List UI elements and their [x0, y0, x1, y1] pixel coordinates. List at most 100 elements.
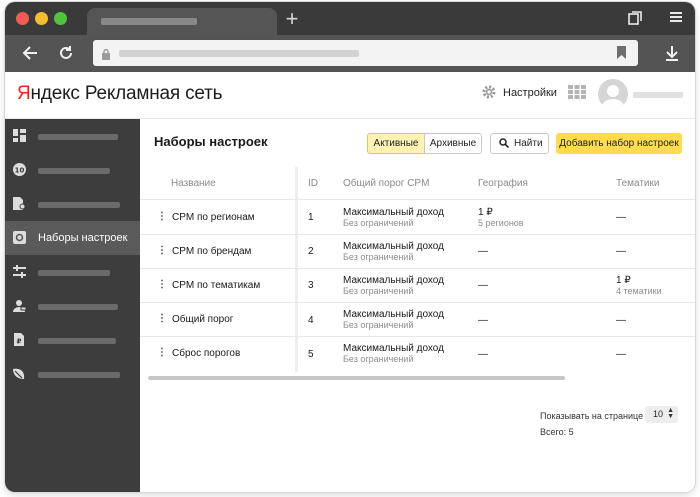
row-cpm-sub: Без ограничений: [343, 252, 414, 262]
number-ten-icon: 10: [13, 163, 26, 176]
sidebar-item-settings-sets[interactable]: Наборы настроек: [5, 221, 140, 255]
address-bar[interactable]: [93, 40, 638, 66]
find-label: Найти: [514, 138, 543, 149]
document-settings-icon: [13, 197, 26, 210]
reload-icon[interactable]: [54, 41, 78, 68]
column-header-cpm[interactable]: Общий порог CPM: [343, 178, 429, 189]
row-name[interactable]: CPM по регионам: [172, 212, 255, 223]
tab-title-placeholder: [101, 18, 197, 25]
sidebar-item-top[interactable]: 10: [5, 153, 140, 187]
sidebar-label-placeholder: [38, 134, 118, 140]
row-menu-icon[interactable]: ⋮: [157, 314, 167, 324]
row-topics-sub: 4 тематики: [616, 286, 662, 296]
frozen-column-divider: [295, 167, 298, 372]
row-cpm: Максимальный доход: [343, 275, 444, 286]
back-arrow-icon[interactable]: [18, 41, 42, 68]
sliders-icon: [13, 265, 26, 278]
sidebar-label-placeholder: [38, 304, 118, 310]
row-cpm: Максимальный доход: [343, 309, 444, 320]
row-cpm: Максимальный доход: [343, 207, 444, 218]
per-page-value: 10: [653, 409, 664, 419]
apps-grid-icon[interactable]: [568, 85, 586, 99]
horizontal-scrollbar[interactable]: [148, 376, 565, 380]
row-id: 3: [308, 280, 314, 291]
sidebar-item-reports[interactable]: [5, 187, 140, 221]
row-id: 4: [308, 315, 314, 326]
column-header-id[interactable]: ID: [308, 178, 318, 189]
row-menu-icon[interactable]: ⋮: [157, 348, 167, 358]
username-placeholder: [633, 92, 683, 98]
row-name[interactable]: CPM по брендам: [172, 246, 251, 257]
total-count: Всего: 5: [540, 427, 574, 437]
yandex-ad-network-logo[interactable]: Яндекс Рекламная сеть: [17, 83, 223, 105]
logo-first-letter: Я: [17, 83, 31, 104]
row-cpm-sub: Без ограничений: [343, 354, 414, 364]
main-content: Наборы настроек Активные Архивные Найти …: [140, 119, 695, 492]
sidebar-item-filters[interactable]: [5, 255, 140, 289]
row-cpm-sub: Без ограничений: [343, 320, 414, 330]
row-name[interactable]: CPM по тематикам: [172, 280, 260, 291]
row-cpm: Максимальный доход: [343, 343, 444, 354]
add-settings-set-button[interactable]: Добавить набор настроек: [556, 133, 682, 154]
row-cpm-sub: Без ограничений: [343, 218, 414, 228]
leaf-icon: [13, 367, 26, 380]
find-button[interactable]: Найти: [490, 133, 549, 154]
row-menu-icon[interactable]: ⋮: [157, 212, 167, 222]
url-placeholder: [119, 50, 359, 57]
row-id: 1: [308, 212, 314, 223]
close-window-button[interactable]: [16, 12, 29, 25]
row-topics: —: [616, 315, 626, 326]
per-page-select[interactable]: 10 ▲ ▼: [645, 406, 678, 423]
lock-icon: [101, 47, 111, 60]
sidebar-item-payments[interactable]: ₽: [5, 323, 140, 357]
row-cpm: Максимальный доход: [343, 241, 444, 252]
sidebar: 10 Наборы настроек ₽: [5, 119, 140, 492]
row-topics: —: [616, 349, 626, 360]
updown-chevron-icon: ▲ ▼: [667, 407, 674, 420]
row-topics: —: [616, 246, 626, 257]
row-divider: [140, 268, 695, 269]
sidebar-item-moderation[interactable]: [5, 357, 140, 391]
row-name[interactable]: Сброс порогов: [172, 348, 240, 359]
header-divider: [140, 199, 695, 200]
column-header-name[interactable]: Название: [171, 178, 216, 189]
sidebar-label-placeholder: [38, 202, 120, 208]
column-header-geo[interactable]: География: [478, 178, 528, 189]
dashboard-icon: [13, 129, 26, 142]
download-icon[interactable]: [660, 41, 684, 68]
row-menu-icon[interactable]: ⋮: [157, 280, 167, 290]
row-geo: —: [478, 315, 488, 326]
row-geo: —: [478, 246, 488, 257]
filter-archive-button[interactable]: Архивные: [424, 133, 482, 154]
filter-active-button[interactable]: Активные: [367, 133, 425, 154]
sidebar-item-dashboard[interactable]: [5, 119, 140, 153]
sidebar-item-finance[interactable]: [5, 289, 140, 323]
row-divider: [140, 336, 695, 337]
row-topics: 1 ₽: [616, 275, 631, 286]
sidebar-label-placeholder: [38, 372, 120, 378]
row-cpm-sub: Без ограничений: [343, 286, 414, 296]
user-money-icon: [13, 299, 27, 312]
new-tab-button[interactable]: +: [281, 8, 303, 31]
row-menu-icon[interactable]: ⋮: [157, 246, 167, 256]
sidebar-label-placeholder: [38, 270, 110, 276]
per-page-label: Показывать на странице: [540, 411, 644, 421]
logo-brand: ндекс: [30, 83, 80, 104]
row-geo-sub: 5 регионов: [478, 218, 524, 228]
tabs-overview-icon[interactable]: [627, 10, 643, 30]
sidebar-label-placeholder: [38, 338, 116, 344]
bookmark-icon[interactable]: [617, 46, 626, 59]
browser-window: + Яндекс Рекламная сеть Настройки 10 Наб…: [5, 2, 695, 492]
minimize-window-button[interactable]: [35, 12, 48, 25]
user-avatar[interactable]: [598, 79, 628, 109]
browser-titlebar: +: [5, 2, 695, 35]
row-name[interactable]: Общий порог: [172, 314, 233, 325]
menu-icon[interactable]: [669, 10, 683, 28]
row-topics: —: [616, 212, 626, 223]
column-header-topics[interactable]: Тематики: [616, 178, 659, 189]
svg-text:10: 10: [15, 166, 25, 174]
row-divider: [140, 234, 695, 235]
row-geo: —: [478, 349, 488, 360]
maximize-window-button[interactable]: [54, 12, 67, 25]
sidebar-item-label: Наборы настроек: [38, 232, 128, 244]
